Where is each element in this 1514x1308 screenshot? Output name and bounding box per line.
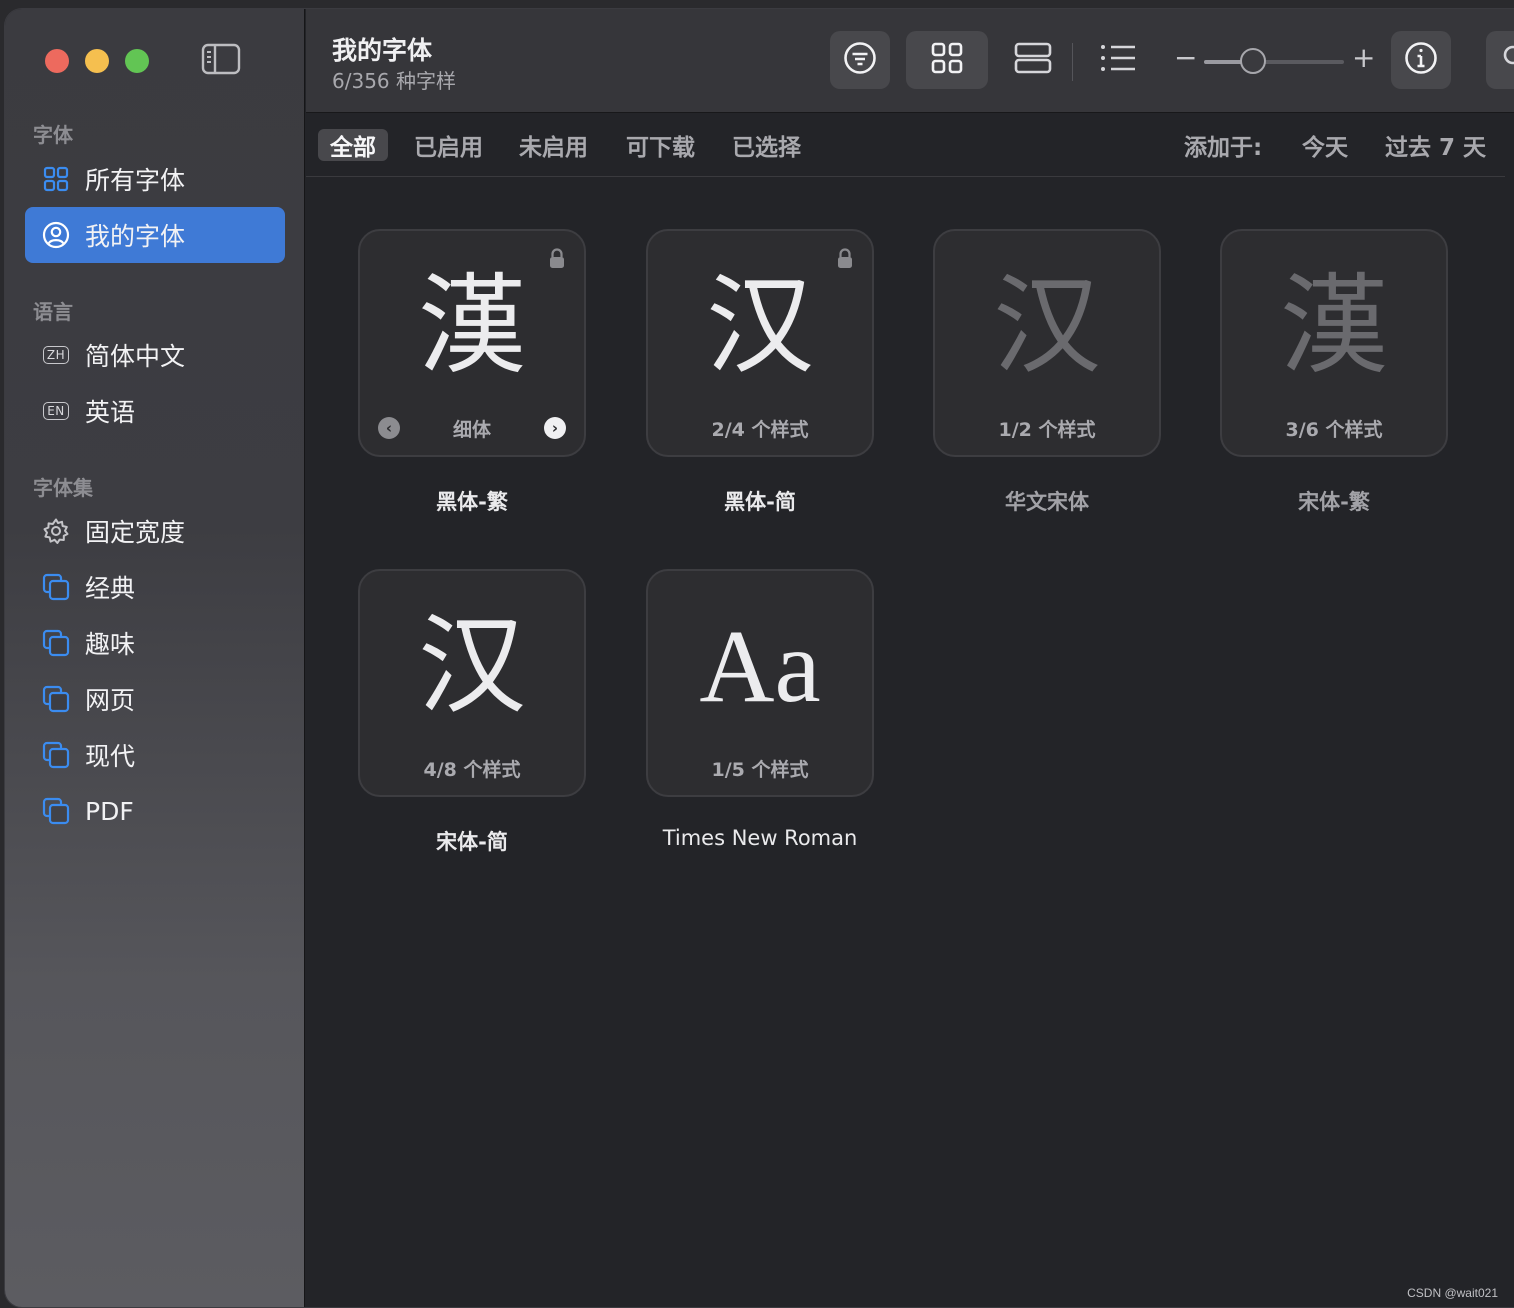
collection-icon (41, 740, 71, 770)
window-controls (45, 49, 149, 73)
font-card[interactable]: 漢 ‹ 细体 › (358, 229, 586, 457)
font-card[interactable]: 汉 4/8 个样式 (358, 569, 586, 797)
font-name: 宋体-繁 (1298, 490, 1370, 514)
grid-icon (41, 164, 71, 194)
sidebar-item-label: 简体中文 (85, 342, 186, 371)
list-view-button[interactable] (1086, 31, 1150, 89)
rows-view-button[interactable] (1000, 31, 1066, 89)
minimize-window-button[interactable] (85, 49, 109, 73)
grid-view-button[interactable] (906, 31, 988, 89)
font-grid: 漢 ‹ 细体 › 黑体-繁 汉 2/4 个样式 黑体-简 汉 1/2 个样式 华… (306, 178, 1505, 1307)
font-book-window: 字体 所有字体 我的字体 语言 ZH 简体中文 EN 英语 字体集 固定宽度 经… (4, 8, 1514, 1308)
font-style-caption: 4/8 个样式 (423, 759, 521, 781)
sidebar-item-web[interactable]: 网页 (25, 671, 285, 727)
font-card[interactable]: Aa 1/5 个样式 (646, 569, 874, 797)
tab-all[interactable]: 全部 (318, 129, 388, 161)
sidebar-item-classic[interactable]: 经典 (25, 559, 285, 615)
filter-icon (843, 41, 877, 79)
watermark: CSDN @wait021 (1407, 1286, 1498, 1300)
sidebar-item-label: 所有字体 (85, 166, 186, 195)
sidebar-item-label: 我的字体 (85, 222, 186, 251)
info-icon (1404, 41, 1438, 79)
section-title-languages: 语言 (33, 300, 73, 324)
lock-icon (836, 247, 854, 269)
typeface-count: 6/356 种字样 (332, 69, 456, 93)
gear-icon (41, 516, 71, 546)
font-card[interactable]: 汉 2/4 个样式 (646, 229, 874, 457)
font-style-caption: 3/6 个样式 (1285, 419, 1383, 441)
zoom-out-button[interactable]: − (1174, 41, 1197, 74)
font-preview-glyph: 汉 (705, 264, 814, 389)
sidebar-item-label: 现代 (85, 742, 136, 771)
collection-icon (41, 796, 71, 826)
sidebar-item-fixed-width[interactable]: 固定宽度 (25, 503, 285, 559)
sidebar-item-label: 英语 (85, 398, 136, 427)
sidebar-item-all-fonts[interactable]: 所有字体 (25, 151, 285, 207)
sidebar-item-my-fonts[interactable]: 我的字体 (25, 207, 285, 263)
sidebar-item-label: 固定宽度 (85, 518, 186, 547)
sidebar-item-english[interactable]: EN 英语 (25, 383, 285, 439)
zoom-slider[interactable] (1204, 48, 1344, 74)
sidebar-item-fun[interactable]: 趣味 (25, 615, 285, 671)
language-badge-icon: EN (41, 396, 71, 426)
sidebar-item-label: PDF (85, 796, 134, 826)
search-icon (1501, 43, 1514, 77)
filter-bar: 全部 已启用 未启用 可下载 已选择 添加于: 今天 过去 7 天 (306, 113, 1505, 177)
sidebar-item-pdf[interactable]: PDF (25, 783, 285, 839)
tab-enabled[interactable]: 已启用 (402, 129, 495, 161)
list-view-icon (1099, 43, 1137, 77)
page-title: 我的字体 (332, 36, 433, 65)
font-name: 黑体-简 (724, 490, 796, 514)
tab-downloadable[interactable]: 可下载 (614, 129, 707, 161)
language-badge-icon: ZH (41, 340, 71, 370)
font-preview-glyph: 汉 (417, 604, 526, 729)
toolbar-divider (1072, 43, 1073, 81)
collection-icon (41, 684, 71, 714)
font-style-caption: 1/5 个样式 (711, 759, 809, 781)
font-name: 黑体-繁 (436, 490, 508, 514)
sidebar-toggle-icon[interactable] (201, 43, 241, 75)
sidebar-item-label: 趣味 (85, 630, 136, 659)
font-card[interactable]: 汉 1/2 个样式 (933, 229, 1161, 457)
sidebar-item-simplified-chinese[interactable]: ZH 简体中文 (25, 327, 285, 383)
font-name: 华文宋体 (1005, 490, 1089, 514)
font-style-caption: 2/4 个样式 (711, 419, 809, 441)
person-circle-icon (41, 220, 71, 250)
next-style-icon[interactable]: › (544, 417, 566, 439)
rows-view-icon (1013, 41, 1053, 79)
sidebar-item-label: 网页 (85, 686, 136, 715)
sidebar: 字体 所有字体 我的字体 语言 ZH 简体中文 EN 英语 字体集 固定宽度 经… (5, 9, 305, 1307)
tab-disabled[interactable]: 未启用 (507, 129, 600, 161)
added-on-label: 添加于: (1184, 135, 1263, 161)
font-preview-glyph: 汉 (992, 264, 1101, 389)
tab-selected[interactable]: 已选择 (720, 129, 813, 161)
zoom-window-button[interactable] (125, 49, 149, 73)
grid-view-icon (930, 41, 964, 79)
zoom-slider-knob[interactable] (1240, 48, 1266, 74)
font-name: Times New Roman (662, 826, 858, 850)
zoom-in-button[interactable]: + (1352, 41, 1375, 74)
filter-button[interactable] (830, 31, 890, 89)
sidebar-item-label: 经典 (85, 574, 136, 603)
collection-icon (41, 628, 71, 658)
section-title-collections: 字体集 (33, 476, 93, 500)
search-button[interactable] (1486, 31, 1514, 89)
font-preview-glyph: 漢 (1279, 264, 1388, 389)
filter-today[interactable]: 今天 (1290, 129, 1360, 161)
font-preview-glyph: 漢 (417, 264, 526, 389)
toolbar: 我的字体 6/356 种字样 − + (306, 9, 1514, 113)
collection-icon (41, 572, 71, 602)
font-name: 宋体-简 (436, 830, 508, 854)
font-preview-glyph: Aa (699, 609, 821, 724)
lock-icon (548, 247, 566, 269)
filter-last-7-days[interactable]: 过去 7 天 (1373, 129, 1498, 161)
font-style-caption: 1/2 个样式 (998, 419, 1096, 441)
sidebar-item-modern[interactable]: 现代 (25, 727, 285, 783)
info-button[interactable] (1391, 31, 1451, 89)
section-title-fonts: 字体 (33, 123, 73, 147)
close-window-button[interactable] (45, 49, 69, 73)
font-card[interactable]: 漢 3/6 个样式 (1220, 229, 1448, 457)
